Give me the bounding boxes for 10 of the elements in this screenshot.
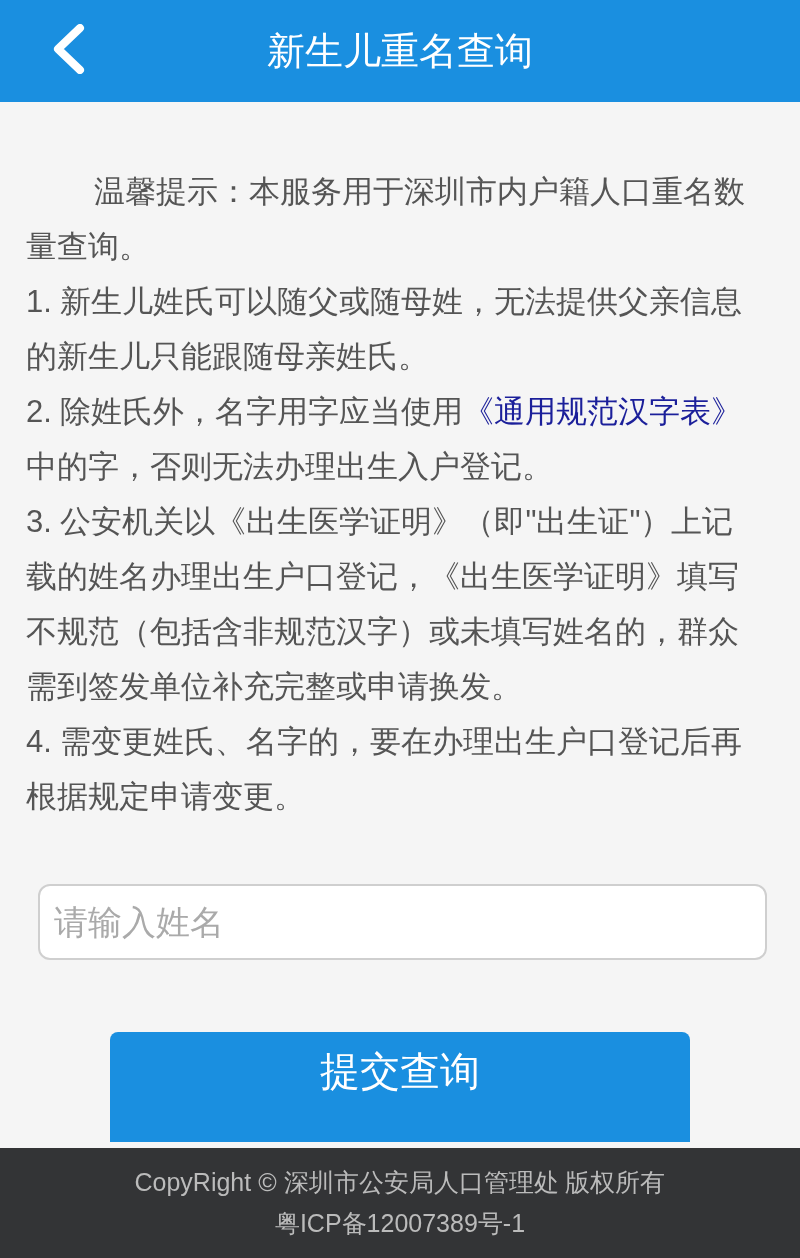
notice-paragraph: 温馨提示：本服务用于深圳市内户籍人口重名数量查询。 — [26, 173, 747, 266]
footer-text: CopyRight © 深圳市公安局人口管理处 版权所有 — [134, 1167, 666, 1198]
footer-text: 粤ICP备12007389号-1 — [274, 1208, 526, 1239]
notice-paragraph: 2. 除姓氏外，名字用字应当使用《通用规范汉字表》 中的字，否则无法办理出生入户登记。 — [26, 393, 744, 486]
notice-paragraph: 3. 公安机关以《出生医学证明》（即"出生证"）上记载的姓名办理出生户口登记，《出生医学证明》填写不规范（包括含非规范汉字）或未填写姓名的，群众需到签发单位补充完整或申请换发。 — [26, 503, 740, 706]
notice-paragraph: 4. 需变更姓氏、名字的，要在办理出生户口登记后再根据规定申请变更。 — [26, 723, 744, 816]
name-input-field[interactable]: 请输入姓名 — [38, 884, 767, 960]
notice-paragraph: 1. 新生儿姓氏可以随父或随母姓，无法提供父亲信息的新生儿只能跟随母亲姓氏。 — [26, 283, 744, 376]
standard-chars-link[interactable]: 《通用规范汉字表》 — [463, 394, 743, 429]
page-title: 新生儿重名查询 — [267, 28, 533, 74]
